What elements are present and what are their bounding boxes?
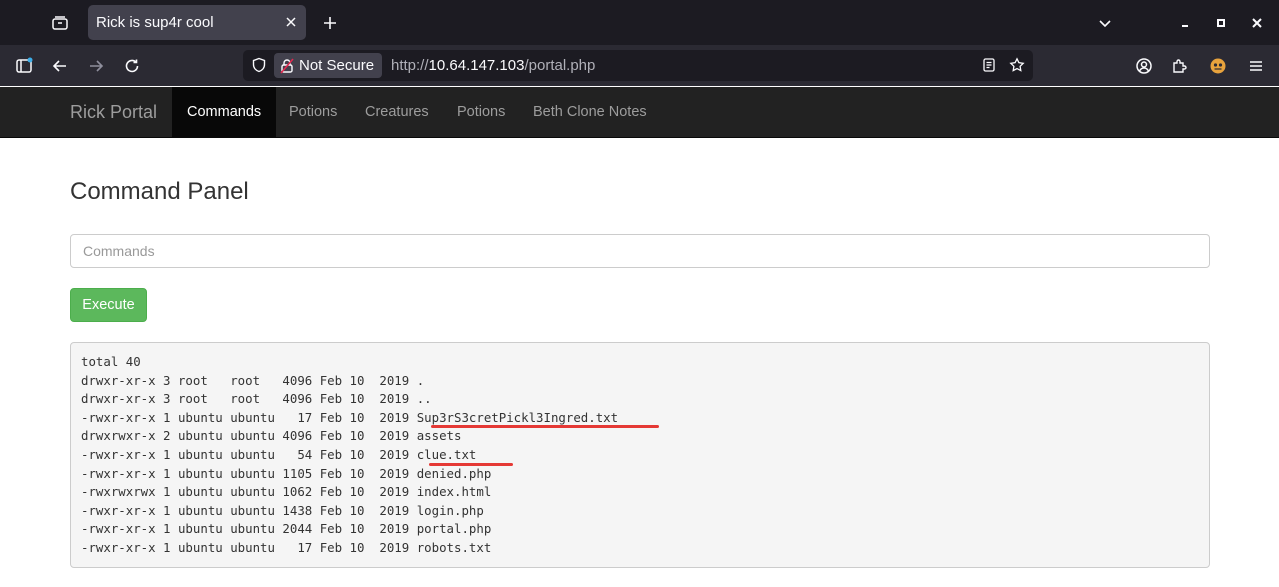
- output-line: drwxr-xr-x 3 root root 4096 Feb 10 2019 …: [81, 372, 425, 388]
- window-close-icon[interactable]: [1246, 12, 1268, 34]
- shield-icon[interactable]: [249, 55, 269, 75]
- nav-item-potions-2[interactable]: Potions: [442, 87, 520, 137]
- nav-item-creatures[interactable]: Creatures: [350, 87, 444, 137]
- site-navbar: Rick Portal Commands Potions Creatures P…: [0, 87, 1279, 138]
- url-path: /portal.php: [524, 57, 596, 74]
- output-line: -rwxr-xr-x 1 ubuntu ubuntu 1105 Feb 10 2…: [81, 465, 492, 481]
- browser-tab[interactable]: Rick is sup4r cool: [88, 5, 306, 40]
- nav-item-beth-clone-notes[interactable]: Beth Clone Notes: [518, 87, 662, 137]
- maximize-icon[interactable]: [1210, 12, 1232, 34]
- output-line: -rwxr-xr-x 1 ubuntu ubuntu 2044 Feb 10 2…: [81, 521, 492, 537]
- output-line: drwxr-xr-x 3 root root 4096 Feb 10 2019 …: [81, 391, 432, 407]
- page-title: Command Panel: [70, 178, 249, 205]
- execute-button[interactable]: Execute: [70, 288, 147, 322]
- forward-icon[interactable]: [84, 54, 108, 78]
- url-text[interactable]: http://10.64.147.103/portal.php: [391, 57, 595, 74]
- sidebar-icon[interactable]: [12, 54, 36, 78]
- minimize-icon[interactable]: [1174, 12, 1196, 34]
- menu-icon[interactable]: [1244, 54, 1268, 78]
- extension-icon[interactable]: [1206, 54, 1230, 78]
- chevron-down-icon[interactable]: [1094, 12, 1116, 34]
- reader-view-icon[interactable]: [979, 55, 999, 75]
- tab-title: Rick is sup4r cool: [96, 14, 214, 31]
- annotation-underline-clue-file: [429, 463, 513, 466]
- commands-input[interactable]: [70, 234, 1210, 268]
- reload-icon[interactable]: [120, 54, 144, 78]
- site-identity-button[interactable]: Not Secure: [274, 53, 383, 78]
- extensions-icon[interactable]: [1168, 54, 1192, 78]
- url-host: 10.64.147.103: [428, 57, 525, 74]
- browser-toolbar: Not Secure http://10.64.147.103/portal.p…: [0, 45, 1279, 86]
- output-line: -rwxr-xr-x 1 ubuntu ubuntu 1438 Feb 10 2…: [81, 502, 484, 518]
- close-icon[interactable]: [282, 13, 300, 31]
- star-icon[interactable]: [1007, 55, 1027, 75]
- output-line: -rwxr-xr-x 1 ubuntu ubuntu 54 Feb 10 201…: [81, 446, 477, 462]
- plus-icon[interactable]: [318, 11, 342, 35]
- lock-slash-icon: [280, 57, 294, 74]
- site-brand[interactable]: Rick Portal: [70, 102, 157, 123]
- security-label: Not Secure: [299, 57, 375, 74]
- url-prefix: http://: [391, 57, 429, 74]
- account-icon[interactable]: [1132, 54, 1156, 78]
- browser-tab-strip: Rick is sup4r cool: [0, 0, 1279, 45]
- output-line: -rwxr-xr-x 1 ubuntu ubuntu 17 Feb 10 201…: [81, 539, 492, 555]
- output-line: total 40: [81, 354, 141, 369]
- nav-item-commands[interactable]: Commands: [172, 87, 277, 137]
- command-output: total 40 drwxr-xr-x 3 root root 4096 Feb…: [70, 342, 1210, 568]
- url-bar[interactable]: Not Secure http://10.64.147.103/portal.p…: [243, 50, 1033, 81]
- output-line: drwxrwxr-x 2 ubuntu ubuntu 4096 Feb 10 2…: [81, 428, 462, 444]
- tab-list-icon[interactable]: [48, 11, 72, 35]
- annotation-underline-secret-file: [431, 425, 659, 428]
- back-icon[interactable]: [48, 54, 72, 78]
- output-line: -rwxrwxrwx 1 ubuntu ubuntu 1062 Feb 10 2…: [81, 484, 492, 500]
- nav-item-potions[interactable]: Potions: [274, 87, 352, 137]
